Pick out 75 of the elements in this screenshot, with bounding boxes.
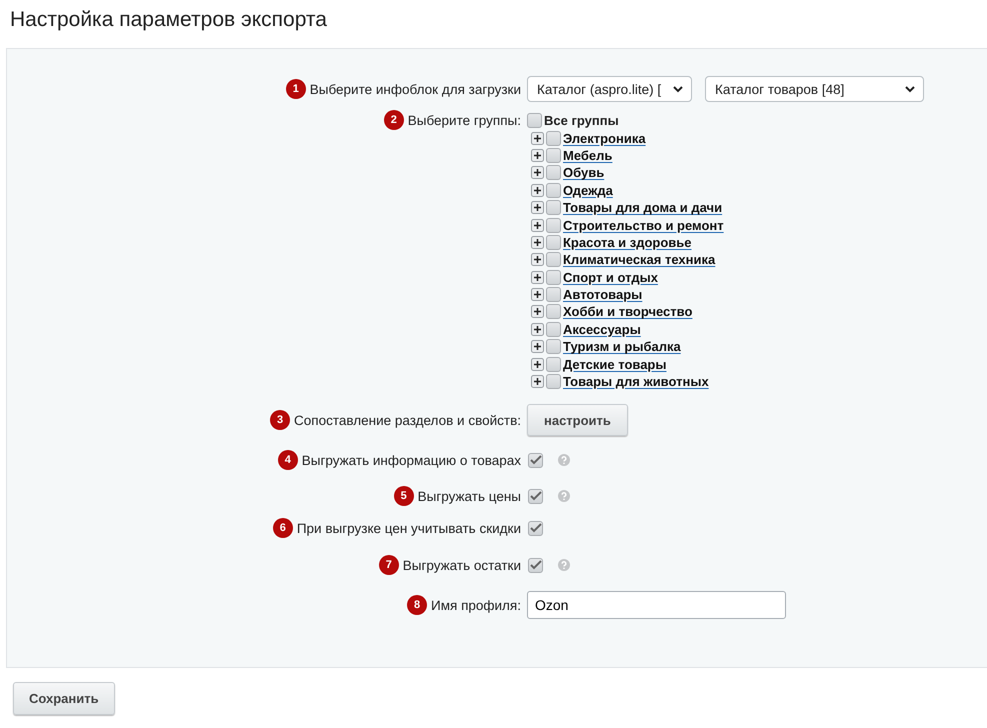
dropdown[interactable]: Каталог (aspro.lite) [ bbox=[527, 76, 692, 102]
checkbox[interactable] bbox=[527, 113, 542, 128]
checkbox[interactable] bbox=[546, 218, 561, 233]
expand-icon[interactable] bbox=[531, 184, 544, 197]
expand-icon[interactable] bbox=[531, 270, 544, 284]
field-label: Выгружать информацию о товарах bbox=[302, 452, 521, 468]
checkbox[interactable] bbox=[546, 356, 561, 372]
chevron-icon bbox=[905, 86, 915, 92]
group-link[interactable]: Автотовары bbox=[563, 287, 642, 302]
group-link[interactable]: Электроника bbox=[563, 130, 646, 146]
checkbox[interactable] bbox=[546, 287, 561, 302]
group-link[interactable]: Спорт и отдых bbox=[563, 270, 658, 285]
field-label: Выберите инфоблок для загрузки bbox=[310, 82, 521, 96]
group-link[interactable]: Строительство и ремонт bbox=[563, 218, 724, 233]
expand-icon[interactable] bbox=[531, 358, 544, 371]
checkbox[interactable] bbox=[546, 182, 561, 198]
checkbox[interactable] bbox=[546, 304, 561, 320]
step-badge: 1 bbox=[286, 79, 306, 99]
field-label: Выберите группы: bbox=[408, 112, 521, 128]
expand-icon[interactable] bbox=[531, 340, 544, 354]
step-badge: 4 bbox=[278, 450, 298, 470]
field-label: Имя профиля: bbox=[431, 598, 521, 613]
field-label: Выгружать остатки bbox=[402, 558, 521, 573]
checkbox[interactable] bbox=[546, 322, 561, 337]
checkbox[interactable] bbox=[546, 374, 561, 390]
step-badge: 6 bbox=[272, 518, 293, 538]
group-link[interactable]: Товары для животных bbox=[563, 374, 709, 390]
group-link[interactable]: Красота и здоровье bbox=[563, 234, 692, 250]
group-link[interactable]: Обувь bbox=[563, 165, 604, 180]
expand-icon[interactable] bbox=[531, 322, 544, 336]
checkbox[interactable] bbox=[546, 130, 561, 146]
field-label: Сопоставление разделов и свойств: bbox=[294, 412, 521, 428]
field-label: При выгрузке цен учитывать скидки bbox=[296, 520, 521, 536]
chevron-icon bbox=[673, 86, 683, 92]
group-link[interactable]: Мебель bbox=[563, 148, 612, 163]
checkbox[interactable] bbox=[546, 234, 561, 250]
group-link[interactable]: Хобби и творчество bbox=[563, 304, 692, 320]
checkbox[interactable] bbox=[546, 148, 561, 163]
profile-name-field[interactable]: Ozon bbox=[527, 591, 786, 620]
expand-icon[interactable] bbox=[531, 236, 544, 249]
expand-icon[interactable] bbox=[531, 288, 544, 302]
group-link[interactable]: Одежда bbox=[563, 182, 613, 198]
group-link[interactable]: Аксессуары bbox=[563, 322, 641, 337]
expand-icon[interactable] bbox=[531, 305, 544, 318]
checkbox[interactable] bbox=[546, 200, 561, 216]
all-groups-label: Все группы bbox=[544, 113, 619, 128]
checkbox[interactable] bbox=[546, 252, 561, 268]
expand-icon[interactable] bbox=[531, 201, 544, 214]
step-badge: 7 bbox=[378, 555, 399, 576]
checkbox[interactable] bbox=[528, 558, 543, 573]
checkbox[interactable] bbox=[546, 339, 561, 354]
group-link[interactable]: Товары для дома и дачи bbox=[563, 200, 722, 216]
save-button[interactable]: Сохранить bbox=[13, 682, 115, 715]
configure-button[interactable]: настроить bbox=[527, 404, 628, 436]
page-title: Настройка параметров экспорта bbox=[9, 7, 328, 33]
group-link[interactable]: Климатическая техника bbox=[563, 252, 716, 268]
expand-icon[interactable] bbox=[531, 375, 544, 388]
step-badge: 2 bbox=[384, 110, 404, 130]
step-badge: 3 bbox=[270, 410, 290, 430]
step-badge: 5 bbox=[394, 486, 414, 506]
group-link[interactable]: Детские товары bbox=[563, 356, 666, 372]
checkbox[interactable] bbox=[528, 520, 543, 536]
expand-icon[interactable] bbox=[531, 148, 544, 162]
expand-icon[interactable] bbox=[531, 166, 544, 180]
expand-icon[interactable] bbox=[531, 132, 544, 145]
checkbox[interactable] bbox=[546, 270, 561, 285]
checkbox[interactable] bbox=[546, 165, 561, 180]
checkbox[interactable] bbox=[528, 452, 543, 468]
field-label: Выгружать цены bbox=[418, 488, 521, 504]
dropdown[interactable]: Каталог товаров [48] bbox=[705, 76, 924, 102]
expand-icon[interactable] bbox=[531, 253, 544, 266]
group-link[interactable]: Туризм и рыбалка bbox=[563, 339, 681, 354]
step-badge: 8 bbox=[407, 595, 428, 616]
expand-icon[interactable] bbox=[531, 218, 544, 232]
checkbox[interactable] bbox=[528, 488, 543, 504]
